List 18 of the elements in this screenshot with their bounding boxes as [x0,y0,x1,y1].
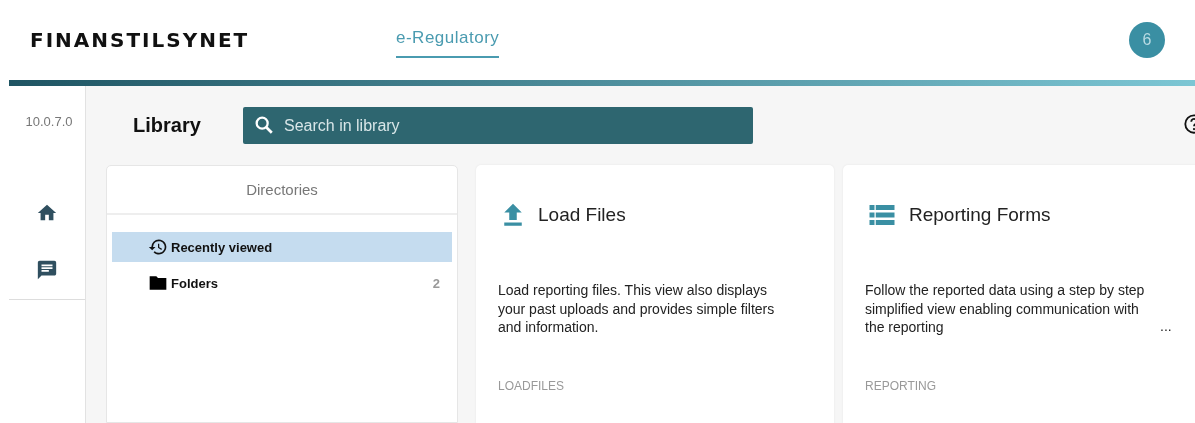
card-tag: LOADFILES [498,379,812,394]
chat-icon[interactable] [36,259,58,281]
card-description: Load reporting files. This view also displays your past uploads and provides simple filters and information. [498,281,776,337]
search-field[interactable]: Search in library [243,107,753,145]
more-indicator[interactable]: ... [1160,317,1172,336]
logo: FINANSTILSYNET [30,28,251,52]
directory-item[interactable]: Folders 2 [112,268,452,299]
page-title: Library [132,114,202,138]
card-tag: REPORTING [865,379,1179,394]
panel-title: Directories [107,166,457,216]
card-title: Load Files [538,204,626,227]
item-count: 2 [432,275,440,291]
card-description: Follow the reported data using a step by step simplified view enabling communication with the reporting [865,281,1146,337]
module-card[interactable]: Reporting Forms Follow the reported data using a step by step simplified view enabling communication with the reporting ... REPORTING [843,165,1195,423]
version-label: 10.0.7.0 [24,113,74,131]
directory-item[interactable]: Recently viewed [112,232,452,263]
module-card[interactable]: Load Files Load reporting files. This view also displays your past uploads and provides simple filters and information. LOADFILES [476,165,834,423]
card-title: Reporting Forms [909,204,1051,227]
